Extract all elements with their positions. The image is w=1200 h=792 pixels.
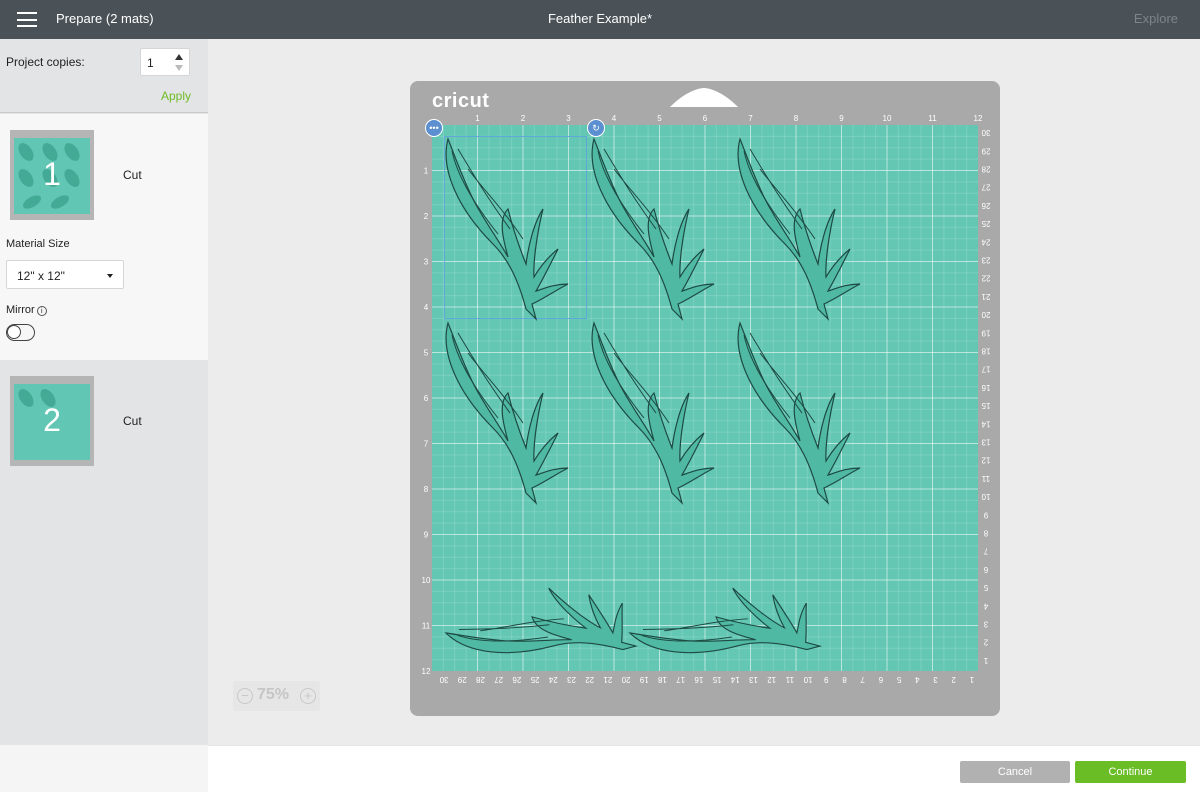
mat-2-cut-label: Cut <box>123 414 142 428</box>
mirror-toggle[interactable] <box>6 324 35 341</box>
zoom-level: 75% <box>257 686 290 703</box>
prepare-title: Prepare (2 mats) <box>56 11 154 26</box>
project-copies-label: Project copies: <box>6 55 85 69</box>
mirror-label: Mirror i <box>6 304 47 316</box>
feather-2[interactable] <box>591 138 715 320</box>
feather-3[interactable] <box>737 138 861 320</box>
project-copies-value: 1 <box>147 56 154 70</box>
project-name: Feather Example* <box>547 11 653 26</box>
top-bar: Prepare (2 mats) Feather Example* Explor… <box>0 0 1200 39</box>
feather-7[interactable] <box>444 533 652 716</box>
increment-arrow-icon[interactable] <box>175 54 183 60</box>
material-size-label: Material Size <box>6 238 70 250</box>
explore-link[interactable]: Explore <box>1134 11 1178 26</box>
canvas-area: cricut 1 2 3 4 5 6 7 8 9 10 11 12 1 2 3 4 5 6 7 8 9 10 11 12 30 2… <box>208 39 1200 745</box>
footer: Cancel Continue <box>208 745 1200 792</box>
cancel-button[interactable]: Cancel <box>960 761 1070 783</box>
continue-button[interactable]: Continue <box>1075 761 1186 783</box>
decrement-arrow-icon[interactable] <box>175 65 183 71</box>
feather-8[interactable] <box>628 533 836 716</box>
footer-left <box>0 745 208 792</box>
zoom-out-icon[interactable]: − <box>237 688 253 704</box>
apply-button[interactable]: Apply <box>161 89 191 103</box>
mat-2-panel[interactable]: 2 Cut <box>0 360 208 745</box>
zoom-control: − 75% + <box>233 681 320 711</box>
feather-4[interactable] <box>445 322 569 504</box>
mat-1-panel[interactable]: 1 Cut Material Size 12" x 12" Mirror i <box>0 114 208 360</box>
feather-5[interactable] <box>591 322 715 504</box>
sidebar: Project copies: 1 Apply 1 Cut Material S… <box>0 39 208 745</box>
project-copies-panel: Project copies: 1 Apply <box>0 39 208 113</box>
info-icon[interactable]: i <box>36 306 47 316</box>
chevron-down-icon <box>107 274 113 278</box>
project-copies-input[interactable]: 1 <box>140 48 190 76</box>
cutting-mat: cricut 1 2 3 4 5 6 7 8 9 10 11 12 1 2 3 4 5 6 7 8 9 10 11 12 30 2… <box>410 81 1000 716</box>
mat-1-cut-label: Cut <box>123 168 142 182</box>
feather-1[interactable] <box>445 138 569 320</box>
mat-1-thumbnail[interactable]: 1 <box>10 130 94 220</box>
feather-designs[interactable] <box>410 81 1000 716</box>
mat-1-number: 1 <box>43 156 61 192</box>
material-size-value: 12" x 12" <box>17 269 65 283</box>
mat-2-number: 2 <box>43 402 61 438</box>
material-size-select[interactable]: 12" x 12" <box>6 260 124 289</box>
mat-2-thumbnail[interactable]: 2 <box>10 376 94 466</box>
hamburger-icon[interactable] <box>17 12 37 27</box>
zoom-in-icon[interactable]: + <box>300 688 316 704</box>
mirror-label-text: Mirror <box>6 304 35 316</box>
feather-6[interactable] <box>737 322 861 504</box>
toggle-knob <box>7 325 21 339</box>
